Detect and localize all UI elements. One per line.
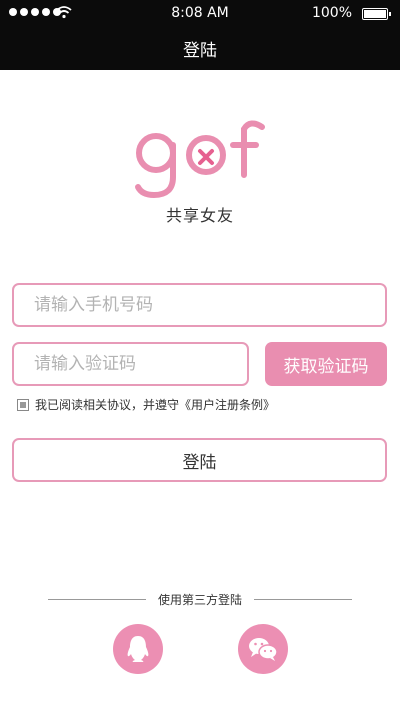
- third-party-divider: 使用第三方登陆: [48, 591, 352, 607]
- battery-icon: [362, 8, 391, 20]
- page-title: 登陆: [183, 40, 217, 61]
- wechat-login-button[interactable]: [238, 624, 288, 674]
- battery-percentage: 100%: [311, 5, 352, 21]
- get-code-button[interactable]: 获取验证码: [265, 342, 387, 386]
- wechat-icon: [249, 638, 278, 661]
- logo-tagline: 共享女友: [165, 206, 234, 225]
- agreement-checkbox[interactable]: [17, 398, 29, 411]
- qq-login-button[interactable]: [113, 624, 163, 674]
- nav-bar: 登陆: [0, 26, 400, 70]
- agreement-row: 我已阅读相关协议，并遵守《用户注册条例》: [17, 396, 275, 413]
- qq-icon: [127, 636, 149, 662]
- gof-logo: [135, 120, 265, 199]
- phone-input[interactable]: [12, 283, 387, 327]
- login-button[interactable]: 登陆: [12, 438, 387, 482]
- agreement-text: 我已阅读相关协议，并遵守《用户注册条例》: [35, 398, 276, 412]
- verification-code-input[interactable]: [12, 342, 249, 386]
- divider-line-right: [254, 599, 352, 600]
- status-bar: 8:08 AM 100%: [0, 0, 400, 26]
